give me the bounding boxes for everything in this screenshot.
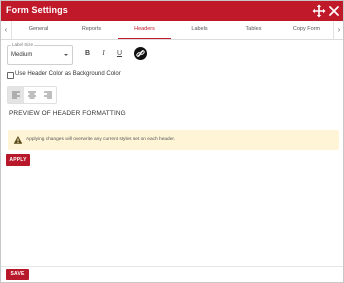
tab-copy-form[interactable]: Copy Form bbox=[280, 21, 333, 39]
tab-scroll-right-icon[interactable]: › bbox=[333, 21, 344, 39]
align-right-button[interactable] bbox=[40, 87, 56, 103]
label-size-select[interactable]: Label Size Medium bbox=[7, 42, 73, 65]
use-header-color-label: Use Header Color as Background Color bbox=[15, 71, 121, 77]
settings-tab-bar: ‹ General Reports Headers Labels Tables … bbox=[1, 21, 343, 40]
label-size-value: Medium bbox=[11, 52, 33, 58]
align-left-button[interactable] bbox=[8, 87, 24, 103]
chevron-down-icon bbox=[64, 54, 68, 56]
move-arrows-icon[interactable] bbox=[312, 4, 326, 18]
warning-alert: Applying changes will overwrite any curr… bbox=[8, 130, 339, 150]
text-color-button[interactable] bbox=[134, 47, 147, 60]
warning-icon bbox=[13, 136, 23, 144]
align-center-icon bbox=[28, 91, 36, 99]
link-color-icon bbox=[136, 50, 145, 57]
save-button[interactable]: SAVE bbox=[6, 269, 29, 280]
italic-button[interactable]: I bbox=[97, 47, 110, 60]
footer-divider bbox=[1, 266, 343, 267]
close-icon[interactable] bbox=[328, 5, 340, 17]
tab-scroll-left-icon[interactable]: ‹ bbox=[1, 21, 12, 39]
bold-button[interactable]: B bbox=[81, 47, 94, 60]
tab-tables[interactable]: Tables bbox=[227, 21, 280, 39]
header-preview-text: PREVIEW OF HEADER FORMATTING bbox=[9, 110, 126, 117]
tab-headers[interactable]: Headers bbox=[118, 21, 171, 39]
label-size-legend: Label Size bbox=[11, 42, 35, 47]
warning-text: Applying changes will overwrite any curr… bbox=[26, 137, 176, 142]
underline-button[interactable]: U bbox=[113, 47, 126, 60]
apply-button[interactable]: APPLY bbox=[6, 154, 30, 166]
align-center-button[interactable] bbox=[24, 87, 40, 103]
tab-general[interactable]: General bbox=[12, 21, 65, 39]
tab-labels[interactable]: Labels bbox=[173, 21, 226, 39]
dialog-titlebar: Form Settings bbox=[1, 1, 343, 21]
form-settings-dialog: Form Settings ‹ General Reports Headers … bbox=[0, 0, 344, 283]
use-header-color-checkbox[interactable] bbox=[7, 72, 14, 79]
dialog-title: Form Settings bbox=[6, 5, 68, 15]
tab-reports[interactable]: Reports bbox=[65, 21, 118, 39]
align-right-icon bbox=[44, 91, 52, 99]
align-left-icon bbox=[12, 91, 20, 99]
alignment-toggle-group bbox=[7, 86, 57, 104]
